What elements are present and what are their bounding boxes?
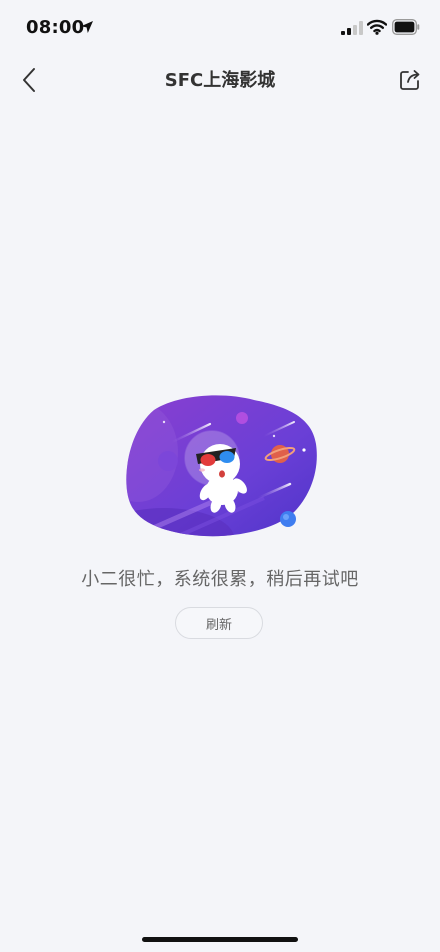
home-indicator[interactable] — [142, 937, 298, 942]
cellular-signal-icon — [341, 21, 363, 35]
refresh-button[interactable]: 刷新 — [175, 607, 263, 639]
wifi-icon — [367, 19, 387, 35]
battery-icon — [392, 19, 420, 35]
astronaut-space-illustration — [126, 395, 317, 537]
status-time: 08:00 — [26, 17, 85, 38]
error-message: 小二很忙，系统很累，稍后再试吧 — [81, 569, 359, 590]
share-icon — [400, 70, 420, 90]
page-title: SFC上海影城 — [164, 70, 276, 91]
location-arrow-icon — [81, 21, 93, 33]
navigation-bar: SFC上海影城 — [0, 56, 440, 104]
status-bar: 08:00 — [0, 0, 440, 56]
share-button[interactable] — [395, 64, 425, 96]
